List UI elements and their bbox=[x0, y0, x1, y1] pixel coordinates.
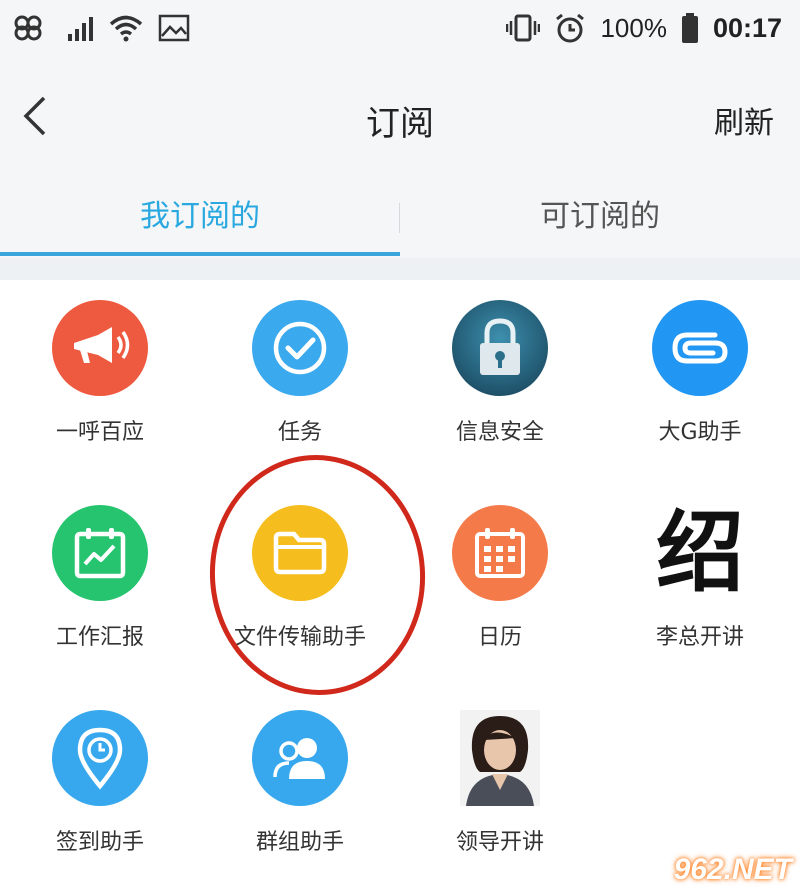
app-label: 日历 bbox=[477, 625, 522, 650]
app-item-yihubaiying[interactable]: 一呼百应 bbox=[0, 280, 200, 480]
app-label: 大G助手 bbox=[658, 420, 742, 445]
vibrate-icon bbox=[506, 14, 541, 42]
app-item-lingdao-kaijiang[interactable]: 领导开讲 bbox=[400, 690, 600, 890]
refresh-button[interactable]: 刷新 bbox=[714, 98, 774, 142]
app-item-qunzu[interactable]: 群组助手 bbox=[200, 690, 400, 890]
calendar-icon bbox=[452, 505, 548, 601]
app-item-xinxianquan[interactable]: 信息安全 bbox=[400, 280, 600, 480]
app-label: 信息安全 bbox=[455, 420, 544, 445]
app-item-gongzuohuibao[interactable]: 工作汇报 bbox=[0, 485, 200, 685]
check-icon bbox=[252, 300, 348, 396]
signal-icon bbox=[68, 17, 93, 41]
title-bar: 订阅 刷新 bbox=[0, 56, 800, 180]
location-clock-icon bbox=[52, 710, 148, 806]
section-divider bbox=[0, 258, 800, 280]
app-item-dag-zhushou[interactable]: 大G助手 bbox=[600, 280, 800, 480]
active-tab-indicator bbox=[0, 252, 400, 256]
tab-bar: 我订阅的 可订阅的 bbox=[0, 180, 800, 258]
app-label: 群组助手 bbox=[255, 830, 344, 855]
app-label: 李总开讲 bbox=[655, 625, 744, 650]
app-item-rili[interactable]: 日历 bbox=[400, 485, 600, 685]
app-label: 签到助手 bbox=[55, 830, 144, 855]
lock-icon bbox=[452, 300, 548, 396]
battery-icon bbox=[681, 13, 698, 43]
page-title: 订阅 bbox=[366, 104, 434, 144]
wifi-icon bbox=[109, 15, 143, 42]
tab-divider bbox=[399, 203, 400, 233]
battery-percent: 100% bbox=[600, 12, 667, 43]
app-item-renwu[interactable]: 任务 bbox=[200, 280, 400, 480]
app-label: 一呼百应 bbox=[55, 420, 144, 445]
alarm-icon bbox=[556, 13, 585, 43]
portrait-photo bbox=[460, 710, 540, 806]
app-label: 工作汇报 bbox=[55, 625, 144, 650]
image-notification-icon bbox=[158, 14, 190, 42]
report-icon bbox=[52, 505, 148, 601]
carrier-logo-icon bbox=[14, 15, 42, 41]
clock-time: 00:17 bbox=[712, 12, 782, 43]
app-item-qiandao[interactable]: 签到助手 bbox=[0, 690, 200, 890]
shao-char-icon: 绍 bbox=[655, 501, 744, 604]
site-watermark: 962.NET bbox=[673, 853, 792, 886]
app-item-lizong-kaijiang[interactable]: 绍 李总开讲 bbox=[600, 485, 800, 685]
tab-my-subscriptions[interactable]: 我订阅的 bbox=[0, 180, 400, 258]
tab-available-subscriptions[interactable]: 可订阅的 bbox=[400, 180, 800, 258]
paperclip-icon bbox=[652, 300, 748, 396]
app-label: 任务 bbox=[277, 420, 322, 445]
app-label: 领导开讲 bbox=[455, 830, 544, 855]
group-icon bbox=[252, 710, 348, 806]
megaphone-icon bbox=[52, 300, 148, 396]
status-bar: 100% 00:17 bbox=[0, 0, 800, 56]
